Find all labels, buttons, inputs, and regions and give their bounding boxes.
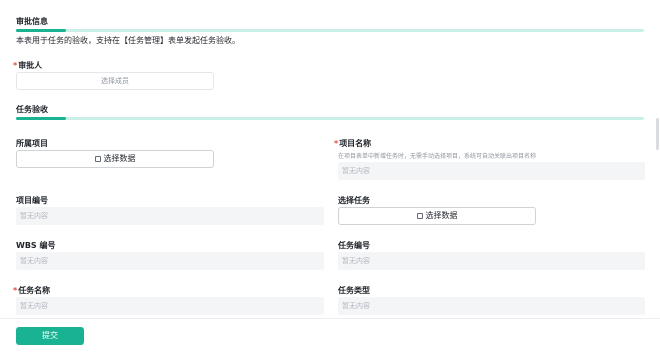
form-page: 审批信息 本表用于任务的验收，支持在【任务管理】表单发起任务验收。 *审批人 选…	[0, 0, 660, 352]
project-name-field: 暂无内容	[338, 162, 645, 180]
select-task-label: 选择任务	[338, 196, 370, 205]
project-select-data-button[interactable]: 选择数据	[16, 150, 214, 168]
project-code-field: 暂无内容	[16, 207, 324, 225]
approver-select[interactable]: 选择成员	[16, 72, 214, 90]
task-type-field: 暂无内容	[338, 297, 645, 315]
form-footer: 提交	[0, 318, 660, 352]
section-divider-approval-info	[16, 29, 644, 32]
required-mark: *	[13, 61, 18, 70]
section-divider-task-acceptance	[16, 117, 644, 120]
task-type-label: 任务类型	[338, 286, 370, 295]
wbs-label: WBS 编号	[16, 241, 56, 250]
database-icon	[416, 213, 423, 219]
task-code-field: 暂无内容	[338, 252, 645, 270]
task-select-data-button[interactable]: 选择数据	[338, 207, 536, 225]
approver-label: *审批人	[13, 61, 43, 70]
task-code-label: 任务编号	[338, 241, 370, 250]
required-mark: *	[13, 286, 18, 295]
project-code-label: 项目编号	[16, 196, 48, 205]
project-label: 所属项目	[16, 139, 48, 148]
scrollbar[interactable]	[656, 118, 659, 150]
project-name-hint: 在项目表单中新增任务时，无需手动选择项目，系统可自动关联出项目名称	[338, 153, 537, 160]
required-mark: *	[334, 139, 339, 148]
project-name-label: *项目名称	[334, 139, 372, 148]
section-title-task-acceptance: 任务验收	[16, 105, 48, 114]
task-name-field: 暂无内容	[16, 297, 324, 315]
form-description: 本表用于任务的验收，支持在【任务管理】表单发起任务验收。	[16, 36, 240, 45]
section-title-approval-info: 审批信息	[16, 17, 48, 26]
task-name-label: *任务名称	[13, 286, 51, 295]
wbs-field: 暂无内容	[16, 252, 324, 270]
database-icon	[94, 156, 101, 162]
submit-button[interactable]: 提交	[16, 327, 84, 345]
